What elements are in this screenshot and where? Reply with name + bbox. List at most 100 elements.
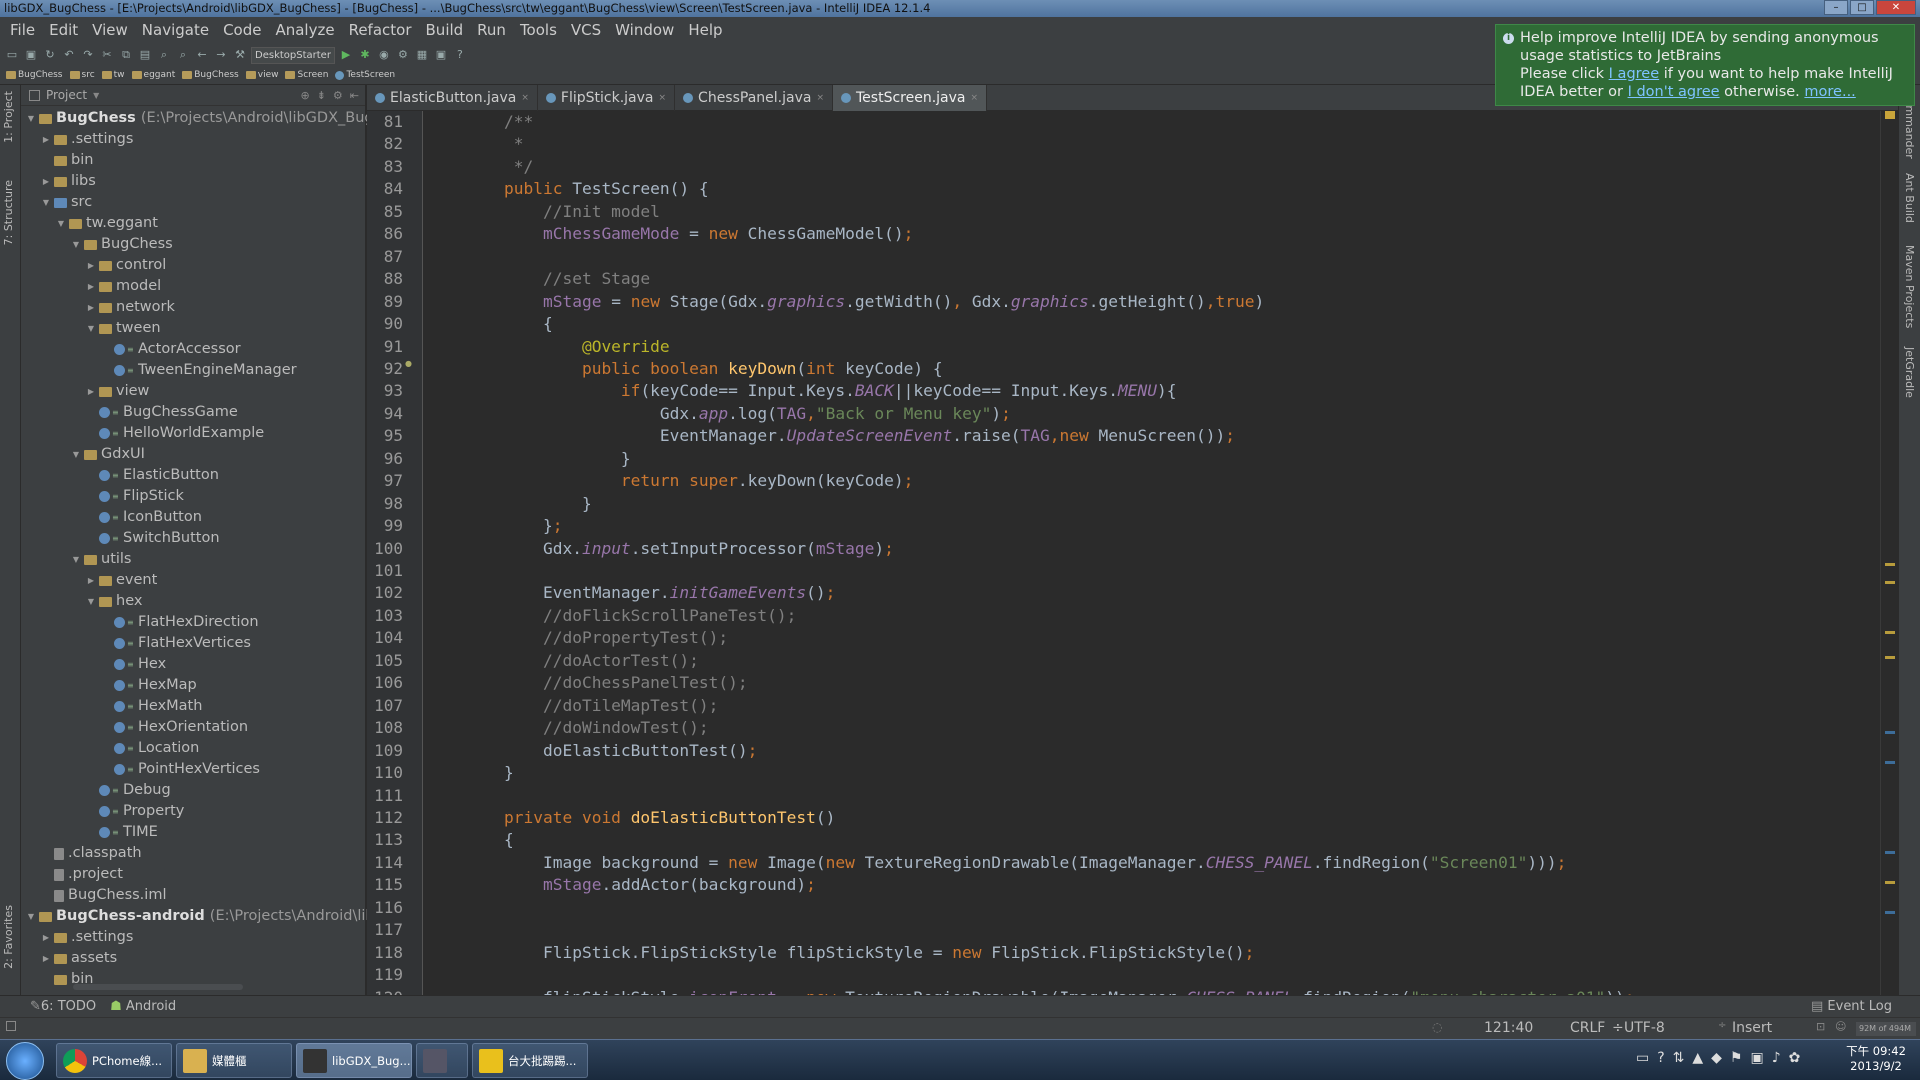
tree-item[interactable]: ▼ tw.eggant (55, 213, 158, 234)
expand-arrow-icon[interactable]: ▼ (85, 318, 97, 339)
tree-item[interactable]: ≡ SwitchButton (85, 528, 220, 549)
collapse-arrow-icon[interactable]: ▶ (85, 570, 97, 591)
tree-item[interactable]: ▶ .settings (40, 129, 134, 150)
breadcrumb-item[interactable]: src (68, 70, 97, 80)
tree-item[interactable]: ▼ BugChess (70, 234, 173, 255)
close-tab-icon[interactable]: × (970, 85, 978, 111)
system-tray[interactable]: ▭?⇅▲◆⚑▣♪✿ (1636, 1050, 1808, 1066)
tree-item[interactable]: ▼ src (40, 192, 92, 213)
insert-mode[interactable]: Insert (1732, 1020, 1772, 1036)
scroll-from-source-icon[interactable]: ⊕ (300, 89, 309, 102)
forward-icon[interactable]: → (213, 47, 229, 63)
collapse-arrow-icon[interactable]: ▶ (40, 171, 52, 192)
code-line[interactable]: //doTileMapTest(); (465, 696, 718, 715)
code-line[interactable]: //doPropertyTest(); (465, 628, 728, 647)
code-line[interactable]: public TestScreen() { (465, 179, 709, 198)
android-tool-tab[interactable]: ☗ Android (110, 999, 176, 1014)
menu-vcs[interactable]: VCS (564, 17, 608, 44)
taskbar-ptt[interactable]: 台大批踢踢... (472, 1043, 588, 1078)
tree-item[interactable]: ▶ event (85, 570, 157, 591)
tree-item[interactable]: ≡ TIME (85, 822, 158, 843)
code-line[interactable]: //set Stage (465, 269, 650, 288)
tree-item[interactable]: ≡ BugChessGame (85, 402, 238, 423)
expand-arrow-icon[interactable]: ▼ (85, 591, 97, 612)
memory-indicator[interactable]: 92M of 494M (1856, 1022, 1916, 1036)
tree-item[interactable]: .project (40, 864, 123, 885)
tree-item[interactable]: ≡ IconButton (85, 507, 202, 528)
tree-item[interactable]: ▼ hex (85, 591, 143, 612)
collapse-arrow-icon[interactable]: ▶ (40, 948, 52, 969)
redo-icon[interactable]: ↷ (80, 47, 96, 63)
line-separator[interactable]: CRLF (1570, 1020, 1605, 1036)
caret-position[interactable]: 121:40 (1484, 1020, 1533, 1036)
menu-file[interactable]: File (3, 17, 42, 44)
undo-icon[interactable]: ↶ (61, 47, 77, 63)
tree-item[interactable]: ▶ network (85, 297, 175, 318)
tab-ant-build-tool[interactable]: Ant Build (1903, 173, 1916, 223)
file-encoding[interactable]: UTF-8 (1624, 1020, 1665, 1036)
make-icon[interactable]: ⚒ (232, 47, 248, 63)
tab-structure-tool[interactable]: 7: Structure (2, 180, 15, 245)
breadcrumb-item[interactable]: TestScreen (333, 70, 397, 80)
collapse-arrow-icon[interactable]: ▶ (85, 297, 97, 318)
menu-refactor[interactable]: Refactor (342, 17, 419, 44)
menu-navigate[interactable]: Navigate (135, 17, 216, 44)
taskbar-intellij[interactable]: libGDX_Bug... (296, 1043, 412, 1078)
code-line[interactable]: EventManager.UpdateScreenEvent.raise(TAG… (465, 426, 1235, 445)
expand-arrow-icon[interactable]: ▼ (70, 234, 82, 255)
expand-arrow-icon[interactable]: ▼ (70, 444, 82, 465)
tree-item[interactable]: .classpath (40, 843, 142, 864)
info-marker[interactable] (1885, 761, 1895, 764)
menu-window[interactable]: Window (608, 17, 681, 44)
replace-icon[interactable]: ⌕ (175, 47, 191, 63)
i-dont-agree-link[interactable]: I don't agree (1628, 84, 1720, 100)
code-line[interactable]: { (465, 314, 553, 333)
collapse-arrow-icon[interactable]: ▶ (85, 381, 97, 402)
maximize-button[interactable]: □ (1850, 0, 1874, 15)
tab-jetgradle-tool[interactable]: JetGradle (1903, 347, 1916, 398)
error-stripe[interactable] (1880, 111, 1898, 995)
open-icon[interactable]: ▭ (4, 47, 20, 63)
settings-icon[interactable]: ⚙ (395, 47, 411, 63)
info-marker[interactable] (1885, 911, 1895, 914)
warning-marker[interactable] (1885, 563, 1895, 566)
run-config-select[interactable]: DesktopStarter (251, 46, 335, 64)
menu-tools[interactable]: Tools (513, 17, 564, 44)
code-line[interactable]: //doActorTest(); (465, 651, 699, 670)
coverage-icon[interactable]: ◉ (376, 47, 392, 63)
expand-arrow-icon[interactable]: ▼ (25, 108, 37, 129)
help-icon[interactable]: ? (452, 47, 468, 63)
tab-favorites-tool[interactable]: 2: Favorites (2, 905, 15, 969)
clock[interactable]: 下午 09:42 2013/9/2 (1840, 1043, 1912, 1073)
code-line[interactable]: private void doElasticButtonTest() (465, 808, 835, 827)
code-line[interactable]: } (465, 449, 631, 468)
code-line[interactable]: { (465, 830, 514, 849)
code-line[interactable]: return super.keyDown(keyCode); (465, 471, 913, 490)
code-line[interactable]: @Override (465, 337, 670, 356)
collapse-arrow-icon[interactable]: ▶ (85, 276, 97, 297)
tree-item[interactable]: ≡ HexMath (100, 696, 202, 717)
tool-windows-icon[interactable] (6, 1021, 16, 1031)
code-line[interactable]: public boolean keyDown(int keyCode) { (465, 359, 943, 378)
menu-code[interactable]: Code (216, 17, 268, 44)
code-line[interactable]: */ (465, 157, 534, 176)
tab-project-tool[interactable]: 1: Project (2, 91, 15, 143)
tree-item[interactable]: ≡ PointHexVertices (100, 759, 260, 780)
tab-flipstick[interactable]: FlipStick.java × (538, 85, 676, 111)
start-button[interactable] (6, 1042, 44, 1080)
tree-item[interactable]: ▶ control (85, 255, 166, 276)
code-line[interactable]: mChessGameMode = new ChessGameModel(); (465, 224, 913, 243)
code-line[interactable]: //Init model (465, 202, 660, 221)
tree-item[interactable]: ≡ HexMap (100, 675, 197, 696)
code-line[interactable]: doElasticButtonTest(); (465, 741, 757, 760)
tree-item[interactable]: ≡ ElasticButton (85, 465, 219, 486)
tree-item[interactable]: ≡ Property (85, 801, 184, 822)
code-line[interactable]: //doWindowTest(); (465, 718, 709, 737)
find-icon[interactable]: ⌕ (156, 47, 172, 63)
project-structure-icon[interactable]: ▦ (414, 47, 430, 63)
paste-icon[interactable]: ▤ (137, 47, 153, 63)
info-marker[interactable] (1885, 731, 1895, 734)
taskbar-chrome[interactable]: PChome線... (56, 1043, 172, 1078)
expand-arrow-icon[interactable]: ▼ (40, 192, 52, 213)
tab-testscreen[interactable]: TestScreen.java × (833, 85, 988, 111)
